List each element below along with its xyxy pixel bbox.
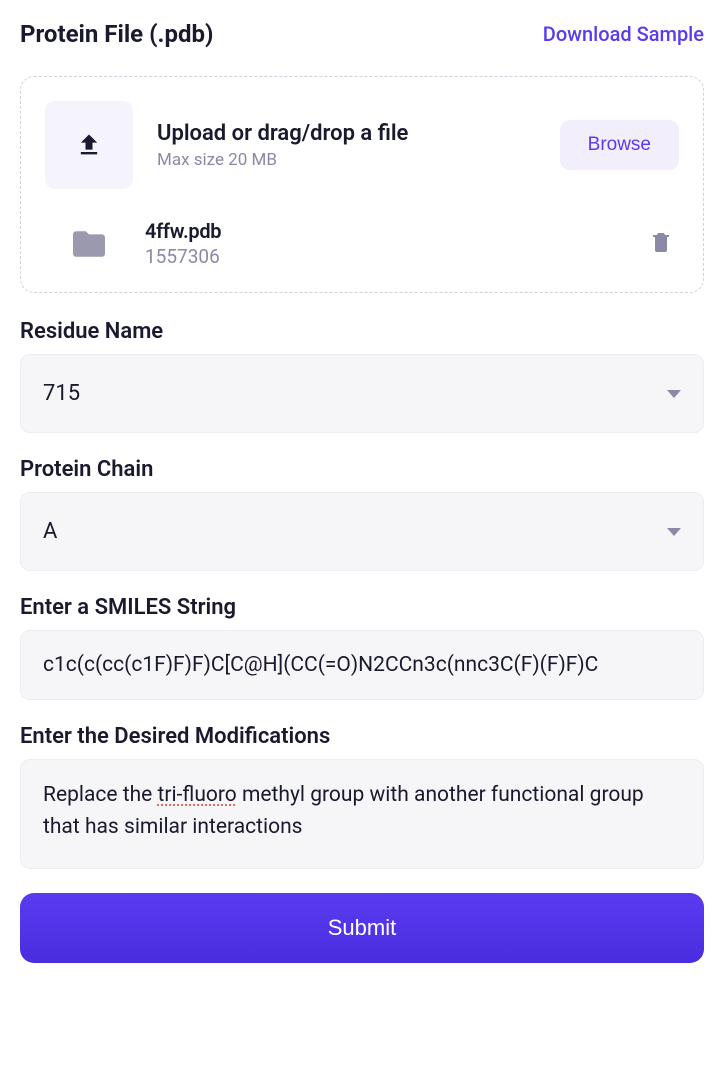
protein-chain-select[interactable]: A	[20, 492, 704, 571]
browse-button[interactable]: Browse	[560, 120, 679, 170]
modifications-label: Enter the Desired Modifications	[20, 724, 704, 749]
upload-subtitle: Max size 20 MB	[157, 150, 536, 170]
residue-name-value: 715	[43, 381, 80, 406]
protein-chain-value: A	[43, 519, 57, 544]
folder-icon	[57, 228, 121, 260]
trash-icon	[649, 228, 673, 256]
download-sample-link[interactable]: Download Sample	[543, 22, 704, 46]
file-size: 1557306	[145, 245, 619, 268]
residue-name-select[interactable]: 715	[20, 354, 704, 433]
file-name: 4ffw.pdb	[145, 219, 619, 243]
delete-file-button[interactable]	[643, 222, 679, 265]
smiles-label: Enter a SMILES String	[20, 595, 704, 620]
upload-title: Upload or drag/drop a file	[157, 121, 536, 146]
upload-icon	[45, 101, 133, 189]
modifications-input[interactable]: Replace the tri-fluoro methyl group with…	[20, 759, 704, 869]
chevron-down-icon	[667, 390, 681, 398]
protein-chain-label: Protein Chain	[20, 457, 704, 482]
spellcheck-underline: tri-fluoro	[158, 783, 237, 807]
smiles-input[interactable]: c1c(c(cc(c1F)F)F)C[C@H](CC(=O)N2CCn3c(nn…	[20, 630, 704, 700]
residue-name-label: Residue Name	[20, 319, 704, 344]
submit-button[interactable]: Submit	[20, 893, 704, 963]
upload-dropzone[interactable]: Upload or drag/drop a file Max size 20 M…	[20, 76, 704, 293]
chevron-down-icon	[667, 528, 681, 536]
page-title: Protein File (.pdb)	[20, 20, 213, 48]
uploaded-file-row: 4ffw.pdb 1557306	[45, 219, 679, 268]
